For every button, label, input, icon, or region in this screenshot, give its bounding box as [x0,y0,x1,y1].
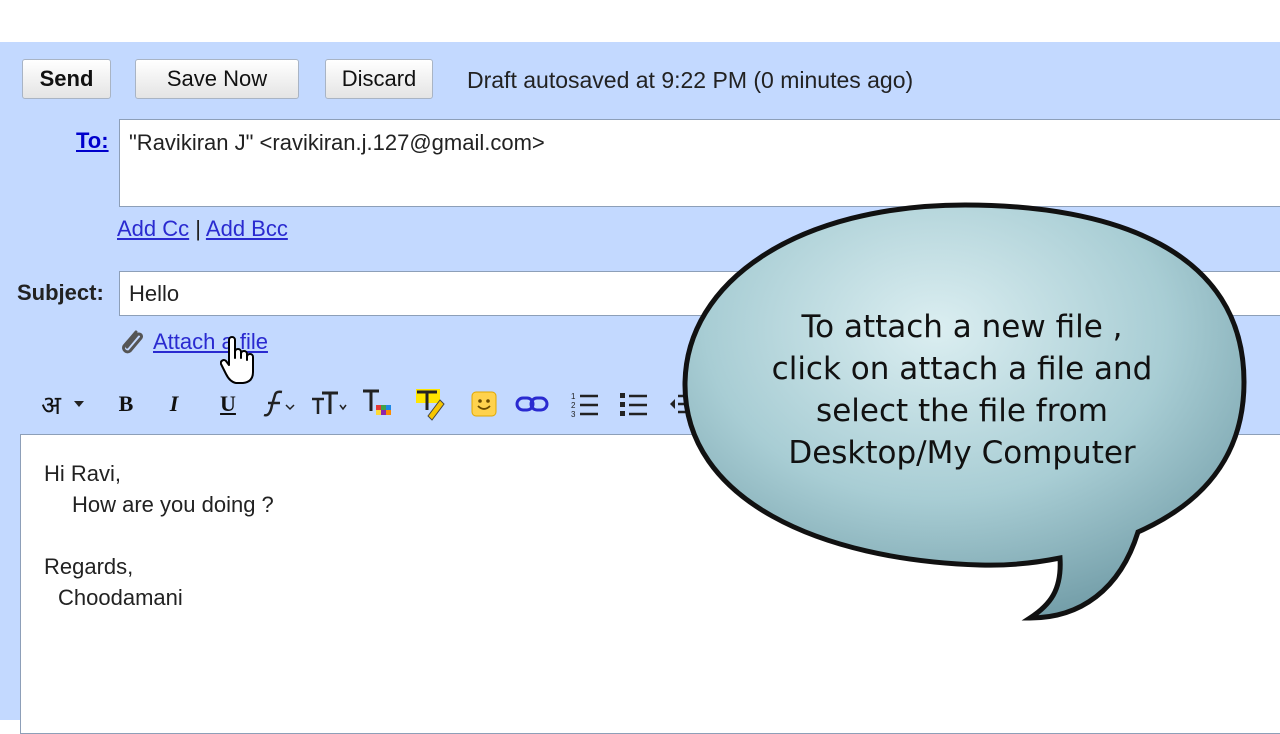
callout-line: Desktop/My Computer [788,435,1136,471]
subject-field-value: Hello [129,281,180,306]
svg-text:2: 2 [571,401,576,410]
indent-icon[interactable] [668,384,692,424]
subject-label: Subject: [17,280,104,305]
callout-line: click on attach a file and [771,351,1153,387]
body-line: Hi Ravi, [44,461,122,486]
paperclip-icon [116,326,148,358]
chevron-down-icon[interactable] [72,384,86,424]
callout-text: To attach a new file , click on attach a… [712,306,1212,474]
font-size-icon[interactable] [310,384,348,424]
svg-text:1: 1 [571,392,576,401]
save-now-button[interactable]: Save Now [135,59,299,99]
to-label-link[interactable]: To: [76,128,109,154]
bold-icon[interactable]: B [114,384,138,424]
add-cc-link[interactable]: Add Cc [117,216,189,241]
hindi-transliterate-icon[interactable]: अ [38,384,64,424]
italic-icon[interactable]: I [162,384,186,424]
cc-bcc-separator: | [195,216,201,241]
hand-cursor-icon [219,336,256,386]
send-button[interactable]: Send [22,59,111,99]
emoticon-icon[interactable] [470,384,498,424]
underline-icon[interactable]: U [216,384,240,424]
link-icon[interactable] [515,384,549,424]
body-line: Choodamani [58,585,183,610]
message-body-editor[interactable]: Hi Ravi, How are you doing ? Regards, Ch… [20,434,1280,734]
numbered-list-icon[interactable]: 1 2 3 [570,384,600,424]
callout-line: To attach a new file , [801,309,1123,345]
body-line: How are you doing ? [72,492,274,517]
discard-button[interactable]: Discard [325,59,433,99]
add-bcc-link[interactable]: Add Bcc [206,216,288,241]
to-field[interactable]: "Ravikiran J" <ravikiran.j.127@gmail.com… [119,119,1280,207]
body-line: Regards, [44,554,134,579]
callout-line: select the file from [816,393,1108,429]
text-color-icon[interactable] [360,384,394,424]
cc-bcc-row: Add Cc | Add Bcc [117,216,288,242]
font-icon[interactable] [260,384,296,424]
svg-text:3: 3 [571,410,576,418]
autosave-status: Draft autosaved at 9:22 PM (0 minutes ag… [467,67,914,93]
highlight-color-icon[interactable] [412,384,448,424]
top-strip [0,0,1280,42]
to-field-value: "Ravikiran J" <ravikiran.j.127@gmail.com… [129,130,545,155]
bullet-list-icon[interactable] [619,384,649,424]
